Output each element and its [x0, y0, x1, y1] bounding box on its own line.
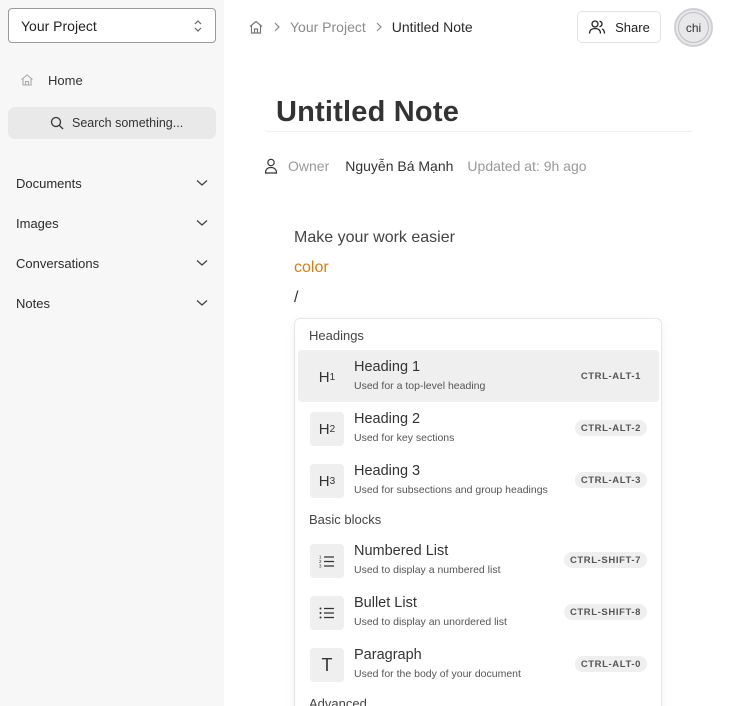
menu-item-name: Heading 1 — [354, 359, 421, 375]
heading-2-icon: H2 — [310, 412, 344, 446]
chevron-right-icon — [274, 22, 280, 32]
menu-item-desc: Used for subsections and group headings — [354, 484, 548, 496]
menu-item-heading-1[interactable]: H1 Heading 1 Used for a top-level headin… — [298, 350, 659, 402]
shortcut-badge: CTRL-ALT-2 — [574, 420, 647, 436]
sidebar-item-home[interactable]: Home — [20, 70, 83, 90]
avatar-initials: chi — [685, 20, 702, 35]
chevron-down-icon — [196, 180, 208, 186]
shortcut-badge: CTRL-SHIFT-7 — [563, 552, 647, 568]
note-meta: Owner Nguyễn Bá Mạnh Updated at: 9h ago — [264, 156, 587, 176]
share-button[interactable]: Share — [577, 11, 661, 43]
menu-item-desc: Used for a top-level heading — [354, 380, 486, 392]
menu-group-label: Advanced — [309, 696, 367, 706]
menu-item-desc: Used to display an unordered list — [354, 616, 507, 628]
shortcut-badge: CTRL-ALT-1 — [580, 370, 641, 382]
shortcut-badge: CTRL-ALT-0 — [574, 656, 647, 672]
menu-item-name: Heading 2 — [354, 411, 421, 427]
section-label: Documents — [16, 175, 82, 191]
menu-group-label: Basic blocks — [309, 512, 382, 527]
editor-line-slash[interactable]: / — [294, 289, 298, 307]
share-button-label: Share — [615, 19, 650, 35]
sidebar-section-notes[interactable]: Notes — [16, 293, 208, 313]
shortcut-badge: CTRL-ALT-3 — [574, 472, 647, 488]
section-label: Notes — [16, 295, 50, 311]
sidebar: Your Project Home Search something... Do… — [0, 0, 224, 706]
chevron-right-icon — [376, 22, 382, 32]
bullet-list-icon — [310, 596, 344, 630]
chevron-down-icon — [196, 300, 208, 306]
page-title: Untitled Note — [276, 96, 460, 128]
note-title-field[interactable]: Untitled Note — [264, 94, 694, 132]
menu-item-desc: Used for the body of your document — [354, 668, 521, 680]
menu-item-heading-2[interactable]: H2 Heading 2 Used for key sections CTRL-… — [298, 402, 659, 454]
heading-3-icon: H3 — [310, 464, 344, 498]
menu-item-bullet-list[interactable]: Bullet List Used to display an unordered… — [298, 586, 659, 638]
menu-item-name: Heading 3 — [354, 463, 421, 479]
menu-item-paragraph[interactable]: T Paragraph Used for the body of your do… — [298, 638, 659, 690]
menu-item-name: Bullet List — [354, 595, 417, 611]
search-placeholder: Search something... — [72, 116, 184, 130]
search-input[interactable]: Search something... — [8, 107, 216, 139]
menu-item-desc: Used to display a numbered list — [354, 564, 501, 576]
menu-item-heading-3[interactable]: H3 Heading 3 Used for subsections and gr… — [298, 454, 659, 506]
chevron-up-down-icon — [194, 20, 202, 32]
chevron-down-icon — [196, 260, 208, 266]
menu-group-label: Headings — [309, 328, 364, 343]
user-icon — [264, 158, 278, 174]
editor-line-colored[interactable]: color — [294, 259, 329, 277]
project-selector-label: Your Project — [21, 17, 97, 34]
project-selector[interactable]: Your Project — [8, 8, 216, 43]
shortcut-badge: CTRL-SHIFT-8 — [563, 604, 647, 620]
menu-item-name: Paragraph — [354, 647, 422, 663]
section-label: Images — [16, 215, 59, 231]
menu-item-desc: Used for key sections — [354, 432, 455, 444]
slash-command-menu: Headings H1 Heading 1 Used for a top-lev… — [294, 318, 662, 706]
menu-item-name: Numbered List — [354, 543, 449, 559]
avatar[interactable]: chi — [674, 8, 713, 47]
sidebar-section-documents[interactable]: Documents — [16, 173, 208, 193]
heading-1-icon: H1 — [318, 368, 336, 386]
numbered-list-icon: 1 2 3 — [310, 544, 344, 578]
owner-label: Owner — [288, 158, 330, 174]
menu-item-numbered-list[interactable]: 1 2 3 Numbered List Used to display a nu… — [298, 534, 659, 586]
editor-line[interactable]: Make your work easier — [294, 229, 455, 247]
breadcrumb-note[interactable]: Untitled Note — [392, 19, 473, 35]
home-icon — [21, 74, 33, 86]
paragraph-icon: T — [310, 648, 344, 682]
users-icon — [588, 20, 606, 34]
breadcrumb-project[interactable]: Your Project — [290, 19, 366, 35]
sidebar-item-label: Home — [48, 72, 83, 88]
search-icon — [50, 116, 64, 130]
updated-timestamp: Updated at: 9h ago — [467, 158, 587, 174]
svg-text:3: 3 — [319, 564, 322, 569]
home-icon[interactable] — [248, 19, 264, 35]
owner-name: Nguyễn Bá Mạnh — [345, 158, 454, 174]
section-label: Conversations — [16, 255, 100, 271]
chevron-down-icon — [196, 220, 208, 226]
sidebar-section-images[interactable]: Images — [16, 213, 208, 233]
breadcrumb: Your Project Untitled Note — [248, 17, 473, 37]
sidebar-section-conversations[interactable]: Conversations — [16, 253, 208, 273]
